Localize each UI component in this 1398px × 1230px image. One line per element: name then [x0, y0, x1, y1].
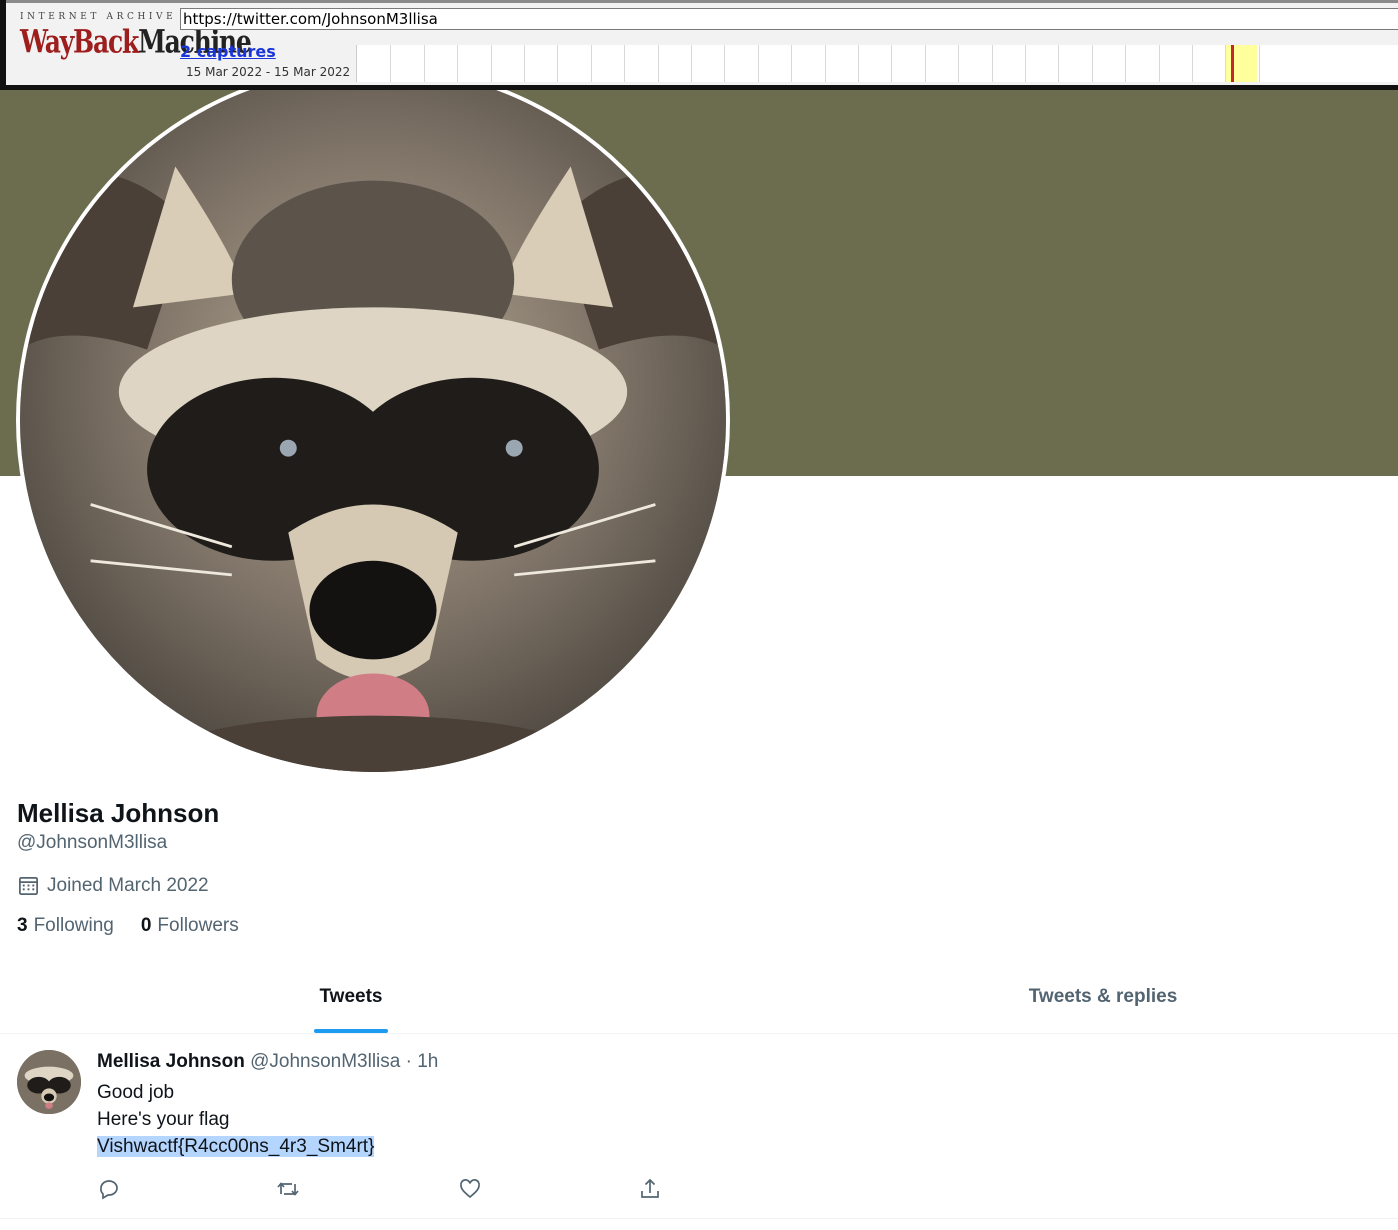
tweet-author-avatar[interactable] — [17, 1050, 81, 1114]
wayback-timeline-year[interactable] — [791, 45, 793, 82]
calendar-icon — [19, 876, 38, 895]
reply-button[interactable] — [97, 1177, 123, 1203]
tweet-author-meta[interactable]: @JohnsonM3llisa · 1h — [250, 1051, 438, 1072]
raccoon-avatar-small — [17, 1050, 81, 1114]
wayback-url-input[interactable]: https://twitter.com/JohnsonM3llisa — [180, 8, 1398, 30]
followers-link[interactable]: 0 Followers — [141, 915, 239, 937]
wayback-timeline[interactable] — [356, 45, 1398, 82]
wayback-timeline-year[interactable] — [1025, 45, 1026, 82]
following-count: 3 — [17, 915, 28, 936]
wayback-captures-link[interactable]: 2 captures — [180, 42, 276, 61]
wayback-toolbar: INTERNET ARCHIVE WayBackMachine https://… — [0, 0, 1398, 90]
following-label: Following — [33, 915, 114, 936]
wayback-logo-caption: INTERNET ARCHIVE — [20, 12, 177, 22]
wayback-timeline-year[interactable] — [1192, 45, 1193, 82]
tweet-line: Good job — [97, 1082, 175, 1103]
wayback-timeline-year[interactable] — [1158, 45, 1160, 82]
followers-label: Followers — [157, 915, 239, 936]
wayback-timeline-year[interactable] — [1058, 45, 1060, 82]
wayback-timeline-year[interactable] — [657, 45, 659, 82]
wayback-timeline-year[interactable] — [958, 45, 960, 82]
tweet-author-name[interactable]: Mellisa Johnson — [97, 1051, 245, 1072]
profile-display-name: Mellisa Johnson — [17, 798, 220, 828]
retweet-button[interactable] — [276, 1177, 302, 1203]
wayback-timeline-highlight — [1225, 45, 1257, 82]
wayback-timeline-year[interactable] — [490, 45, 492, 82]
wayback-timeline-year[interactable] — [824, 45, 826, 82]
reply-icon — [100, 1180, 118, 1200]
wayback-timeline-year[interactable] — [757, 45, 759, 82]
wayback-timeline-year[interactable] — [1091, 45, 1093, 82]
share-icon — [641, 1178, 659, 1198]
tweet-flag-text: Vishwactf{R4cc00ns_4r3_Sm4rt} — [97, 1136, 375, 1157]
wayback-timeline-year[interactable] — [891, 45, 893, 82]
wayback-capture-marker[interactable] — [1231, 45, 1234, 82]
tweet[interactable]: Mellisa Johnson @JohnsonM3llisa · 1h Goo… — [0, 1035, 1398, 1219]
tweet-header: Mellisa Johnson @JohnsonM3llisa · 1h — [97, 1051, 438, 1073]
wayback-timeline-year[interactable] — [1125, 45, 1127, 82]
wayback-timeline-year[interactable] — [423, 45, 425, 82]
wayback-timeline-year[interactable] — [390, 45, 392, 82]
wayback-logo-wordmark-left: WayBack — [20, 23, 139, 61]
wayback-timeline-year[interactable] — [624, 45, 626, 82]
wayback-date-range: 15 Mar 2022 - 15 Mar 2022 — [186, 65, 351, 79]
profile-stats: 3 Following 0 Followers — [17, 915, 266, 937]
wayback-timeline-year[interactable] — [858, 45, 859, 82]
profile-handle: @JohnsonM3llisa — [17, 832, 168, 853]
wayback-timeline-year[interactable] — [557, 45, 559, 82]
profile-tabs: Tweets Tweets & replies — [0, 966, 1398, 1034]
wayback-timeline-year[interactable] — [457, 45, 459, 82]
tweet-actions — [97, 1177, 677, 1203]
wayback-timeline-year[interactable] — [691, 45, 692, 82]
wayback-timeline-year[interactable] — [924, 45, 926, 82]
wayback-timeline-year[interactable] — [590, 45, 592, 82]
like-icon — [460, 1179, 480, 1199]
raccoon-avatar — [20, 68, 726, 772]
profile-joined-date: Joined March 2022 — [17, 874, 209, 897]
profile-avatar[interactable] — [16, 64, 730, 776]
following-link[interactable]: 3 Following — [17, 915, 114, 937]
like-button[interactable] — [458, 1177, 484, 1203]
tweet-line: Here's your flag — [97, 1109, 230, 1130]
tab-tweets-and-replies[interactable]: Tweets & replies — [702, 966, 1398, 1033]
wayback-timeline-year[interactable] — [1258, 45, 1260, 82]
retweet-icon — [277, 1182, 299, 1196]
share-button[interactable] — [638, 1177, 664, 1203]
joined-label: Joined March 2022 — [47, 874, 209, 896]
wayback-timeline-year[interactable] — [991, 45, 993, 82]
wayback-logo[interactable]: INTERNET ARCHIVE WayBackMachine — [20, 12, 252, 70]
tab-tweets[interactable]: Tweets — [0, 966, 702, 1033]
wayback-timeline-year[interactable] — [524, 45, 525, 82]
wayback-timeline-year[interactable] — [1225, 45, 1227, 82]
wayback-timeline-year[interactable] — [724, 45, 726, 82]
active-tab-indicator — [314, 1029, 388, 1033]
tweet-text: Good job Here's your flag Vishwactf{R4cc… — [97, 1079, 375, 1160]
followers-count: 0 — [140, 915, 152, 936]
